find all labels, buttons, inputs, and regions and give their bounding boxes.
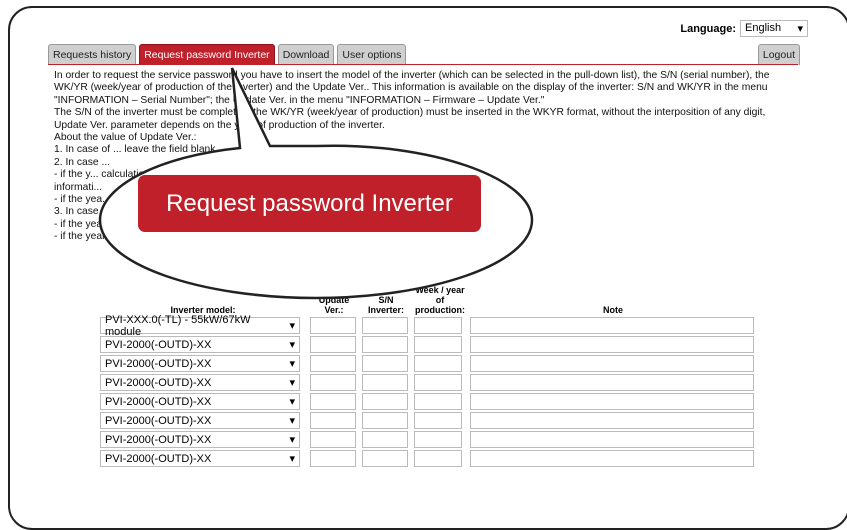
table-row: PVI-2000(-OUTD)-XX ▾ (98, 335, 758, 354)
inverter-model-select[interactable]: PVI-2000(-OUTD)-XX ▾ (100, 355, 300, 372)
inverter-model-select[interactable]: PVI-2000(-OUTD)-XX ▾ (100, 412, 300, 429)
update-ver-input[interactable] (310, 412, 356, 429)
inverter-model-value: PVI-2000(-OUTD)-XX (105, 376, 212, 389)
callout-zoomed-tab: Request password Inverter (138, 175, 481, 232)
note-input[interactable] (470, 431, 754, 448)
language-selector: Language: English ▾ (680, 20, 808, 37)
intro-paragraph: In order to request the service password… (54, 70, 770, 106)
inverter-model-select[interactable]: PVI-2000(-OUTD)-XX ▾ (100, 450, 300, 467)
note-input[interactable] (470, 317, 754, 334)
sn-input[interactable] (362, 412, 408, 429)
note-input[interactable] (470, 393, 754, 410)
tab-requests-history[interactable]: Requests history (48, 44, 137, 65)
intro-paragraph: The S/N of the inverter must be complete… (54, 107, 766, 131)
inverter-model-select[interactable]: PVI-2000(-OUTD)-XX ▾ (100, 336, 300, 353)
note-input[interactable] (470, 450, 754, 467)
inverter-model-value: PVI-2000(-OUTD)-XX (105, 452, 212, 465)
chevron-down-icon: ▾ (289, 377, 295, 389)
note-input[interactable] (470, 412, 754, 429)
table-row: PVI-2000(-OUTD)-XX ▾ (98, 392, 758, 411)
update-ver-input[interactable] (310, 431, 356, 448)
inverter-model-select[interactable]: PVI-2000(-OUTD)-XX ▾ (100, 431, 300, 448)
chevron-down-icon: ▾ (289, 358, 295, 370)
inverter-model-value: PVI-2000(-OUTD)-XX (105, 395, 212, 408)
tab-request-password[interactable]: Request password Inverter (139, 44, 275, 65)
week-year-input[interactable] (414, 336, 462, 353)
language-select[interactable]: English ▾ (740, 20, 808, 37)
chevron-down-icon: ▾ (289, 415, 295, 427)
inverter-model-select[interactable]: PVI-2000(-OUTD)-XX ▾ (100, 374, 300, 391)
table-row: PVI-2000(-OUTD)-XX ▾ (98, 373, 758, 392)
sn-input[interactable] (362, 374, 408, 391)
sn-input[interactable] (362, 431, 408, 448)
week-year-input[interactable] (414, 374, 462, 391)
inverter-model-value: PVI-2000(-OUTD)-XX (105, 433, 212, 446)
update-ver-input[interactable] (310, 355, 356, 372)
update-ver-input[interactable] (310, 317, 356, 334)
table-row: PVI-2000(-OUTD)-XX ▾ (98, 354, 758, 373)
update-ver-input[interactable] (310, 393, 356, 410)
update-ver-input[interactable] (310, 336, 356, 353)
table-row: PVI-XXX.0(-TL) - 55kW/67kW module ▾ (98, 314, 758, 338)
inverter-model-value: PVI-2000(-OUTD)-XX (105, 414, 212, 427)
sn-input[interactable] (362, 317, 408, 334)
request-table: Inverter model: Update Ver.: S/N Inverte… (98, 284, 758, 468)
table-row: PVI-2000(-OUTD)-XX ▾ (98, 411, 758, 430)
logout-button[interactable]: Logout (757, 44, 800, 65)
week-year-input[interactable] (414, 412, 462, 429)
chevron-down-icon: ▾ (289, 434, 295, 446)
inverter-model-value: PVI-2000(-OUTD)-XX (105, 357, 212, 370)
chevron-down-icon: ▾ (289, 396, 295, 408)
week-year-input[interactable] (414, 317, 462, 334)
week-year-input[interactable] (414, 393, 462, 410)
chevron-down-icon: ▾ (289, 339, 295, 351)
chevron-down-icon: ▾ (797, 23, 803, 35)
week-year-input[interactable] (414, 431, 462, 448)
inverter-model-select[interactable]: PVI-2000(-OUTD)-XX ▾ (100, 393, 300, 410)
chevron-down-icon: ▾ (289, 320, 295, 332)
note-input[interactable] (470, 336, 754, 353)
note-input[interactable] (470, 355, 754, 372)
sn-input[interactable] (362, 393, 408, 410)
week-year-input[interactable] (414, 450, 462, 467)
sn-input[interactable] (362, 336, 408, 353)
update-ver-input[interactable] (310, 450, 356, 467)
sn-input[interactable] (362, 450, 408, 467)
inverter-model-value: PVI-2000(-OUTD)-XX (105, 338, 212, 351)
table-row: PVI-2000(-OUTD)-XX ▾ (98, 430, 758, 449)
tab-bar: Requests history Request password Invert… (48, 44, 407, 65)
chevron-down-icon: ▾ (289, 453, 295, 465)
inverter-model-value: PVI-XXX.0(-TL) - 55kW/67kW module (105, 313, 251, 338)
inverter-model-select[interactable]: PVI-XXX.0(-TL) - 55kW/67kW module ▾ (100, 314, 300, 338)
update-ver-input[interactable] (310, 374, 356, 391)
language-value: English (745, 22, 782, 34)
tab-download[interactable]: Download (277, 44, 335, 65)
table-row: PVI-2000(-OUTD)-XX ▾ (98, 449, 758, 468)
tab-user-options[interactable]: User options (337, 44, 407, 65)
week-year-input[interactable] (414, 355, 462, 372)
sn-input[interactable] (362, 355, 408, 372)
tab-divider (48, 64, 798, 65)
note-input[interactable] (470, 374, 754, 391)
language-label: Language: (680, 22, 736, 35)
